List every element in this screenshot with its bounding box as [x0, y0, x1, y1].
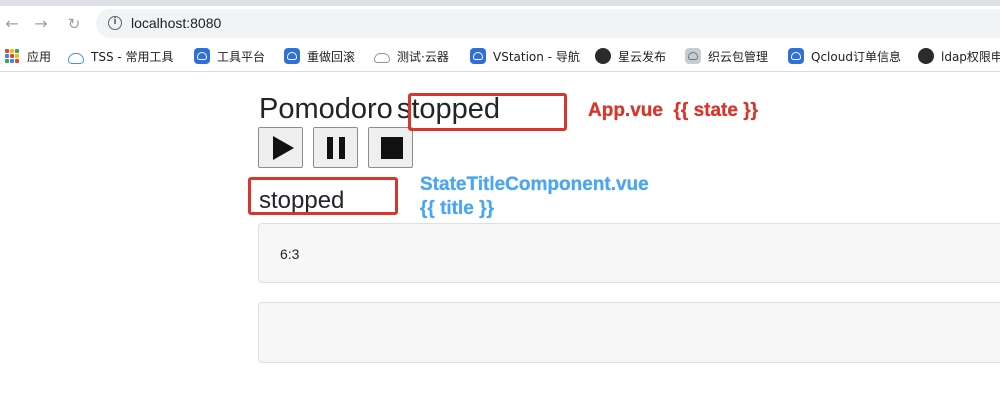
dark-circle-icon — [918, 48, 934, 64]
annotation-box-app-state — [408, 93, 567, 131]
annotation-component-binding: {{ title }} — [420, 198, 494, 219]
back-arrow-icon[interactable]: ← — [2, 14, 22, 34]
bookmark-label: ldap权限申 — [941, 49, 1000, 64]
bookmark-label: 工具平台 — [217, 49, 266, 64]
bookmark-vstation[interactable]: VStation - 导航 — [470, 48, 580, 64]
bookmark-label: Qcloud订单信息 — [811, 49, 901, 64]
stop-button[interactable] — [368, 127, 413, 168]
bookmark-tool-platform[interactable]: 工具平台 — [194, 48, 265, 64]
bookmark-ldap[interactable]: ldap权限申 — [918, 48, 1000, 64]
stop-icon — [381, 137, 403, 159]
annotation-app-vue: App.vue {{ state }} — [588, 100, 758, 121]
bookmark-redo-rollback[interactable]: 重做回滚 — [284, 48, 355, 64]
pause-button[interactable] — [313, 127, 358, 168]
pause-icon — [327, 137, 333, 159]
dark-circle-icon — [595, 48, 611, 64]
start-button[interactable] — [258, 127, 303, 168]
cloud-icon — [68, 52, 84, 64]
bookmark-label: 测试·云器 — [397, 49, 449, 64]
bookmark-label: VStation - 导航 — [493, 49, 580, 64]
bookmark-apps[interactable]: 应用 — [4, 48, 51, 64]
bookmark-label: 星云发布 — [618, 49, 667, 64]
bookmark-nebula-release[interactable]: 星云发布 — [595, 48, 666, 64]
bookmark-label: 重做回滚 — [307, 49, 356, 64]
blue-cloud-icon — [194, 48, 210, 64]
address-bar[interactable]: i localhost:8080 — [96, 9, 1000, 38]
bookmark-label: 应用 — [27, 49, 52, 64]
blue-cloud-icon — [470, 48, 486, 64]
browser-toolbar: ← → ↻ i localhost:8080 — [0, 6, 1000, 40]
annotation-box-state-title — [248, 177, 398, 215]
bookmark-tss[interactable]: TSS - 常用工具 — [68, 48, 174, 64]
annotation-component-name: StateTitleComponent.vue — [420, 174, 649, 195]
countdown-card: 6:3 — [258, 223, 1000, 283]
bookmark-test-cloud[interactable]: 测试·云器 — [374, 48, 449, 64]
grey-cloud-icon — [685, 48, 701, 64]
cloud-outline-icon — [374, 53, 390, 63]
bookmark-qcloud-orders[interactable]: Qcloud订单信息 — [788, 48, 901, 64]
apps-grid-icon — [4, 48, 20, 64]
bookmark-label: 织云包管理 — [708, 49, 769, 64]
bookmark-package-management[interactable]: 织云包管理 — [685, 48, 768, 64]
empty-card — [258, 302, 1000, 363]
blue-cloud-icon — [788, 48, 804, 64]
forward-arrow-icon[interactable]: → — [31, 14, 51, 34]
bookmark-label: TSS - 常用工具 — [91, 49, 174, 64]
play-icon — [273, 136, 294, 160]
countdown-time: 6:3 — [280, 246, 300, 262]
app-title: Pomodoro — [259, 93, 393, 125]
blue-cloud-icon — [284, 48, 300, 64]
info-icon[interactable]: i — [108, 16, 122, 30]
pause-icon-bar — [339, 137, 345, 159]
url-text[interactable]: localhost:8080 — [131, 15, 221, 31]
reload-icon[interactable]: ↻ — [64, 14, 84, 34]
bookmarks-bar: 应用 TSS - 常用工具 工具平台 重做回滚 测试·云器 VStation -… — [0, 40, 1000, 72]
